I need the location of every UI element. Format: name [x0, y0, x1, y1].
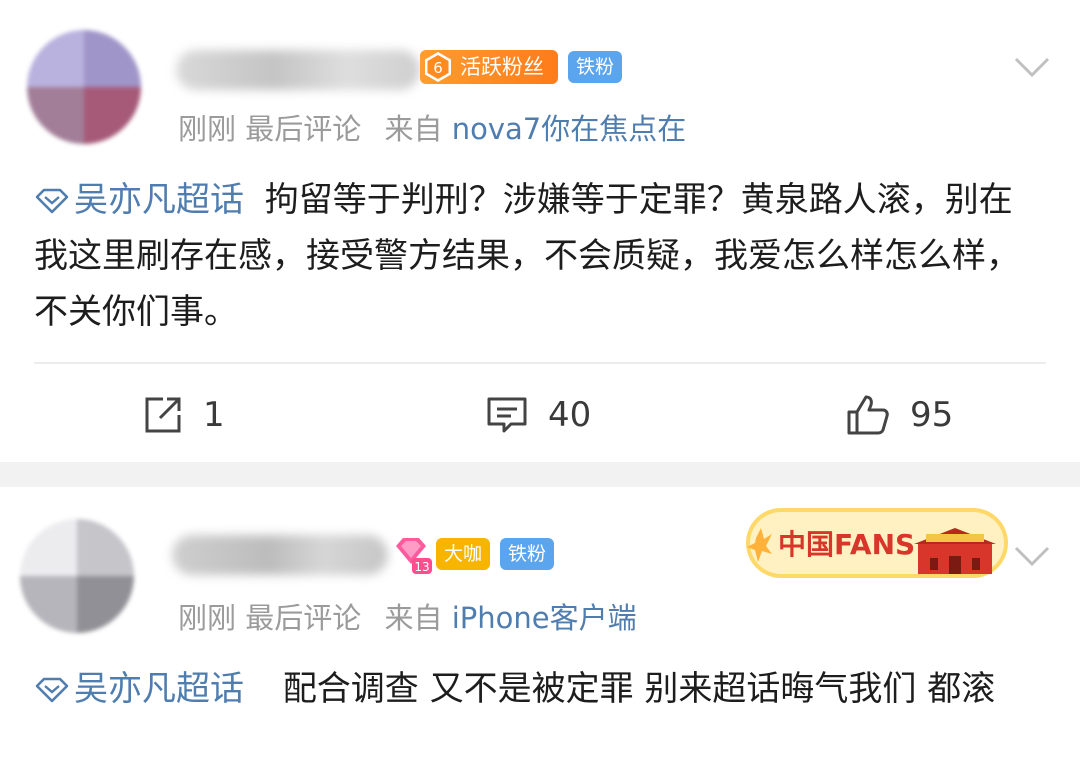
- username-blurred[interactable]: [176, 50, 420, 90]
- post-meta: 刚刚 最后评论 来自 nova7你在焦点在: [178, 106, 686, 148]
- svg-text:6: 6: [433, 59, 443, 77]
- like-icon: [847, 395, 889, 435]
- post-time: 刚刚: [178, 112, 237, 146]
- comment-button[interactable]: 40: [486, 390, 591, 440]
- chevron-down-icon[interactable]: [1014, 56, 1050, 78]
- share-count: 1: [203, 395, 225, 435]
- diamond-topic-icon: [35, 188, 69, 214]
- from-label: 来自: [384, 112, 443, 146]
- share-icon: [145, 397, 181, 433]
- vip-badge[interactable]: 大咖: [436, 538, 490, 570]
- share-button[interactable]: 1: [143, 390, 225, 440]
- post-content: 吴亦凡超话 配合调查 又不是被定罪 别来超话晦气我们 都滚: [34, 661, 1044, 717]
- super-topic-link[interactable]: 吴亦凡超话: [34, 669, 244, 709]
- diamond-level-icon[interactable]: 13: [390, 534, 432, 576]
- super-topic-link[interactable]: 吴亦凡超话: [34, 180, 244, 220]
- post-content: 吴亦凡超话 拘留等于判刑？涉嫌等于定罪？黄泉路人滚，别在我这里刷存在感，接受警方…: [34, 172, 1044, 340]
- client-source-link[interactable]: iPhone客户端: [452, 601, 637, 635]
- tier-badge[interactable]: 铁粉: [500, 538, 554, 570]
- client-source-link[interactable]: nova7你在焦点在: [452, 112, 687, 146]
- chevron-down-icon[interactable]: [1014, 545, 1050, 567]
- promo-label: 中国FANS: [778, 528, 915, 561]
- fans-badge-label: 活跃粉丝: [460, 55, 544, 79]
- from-label: 来自: [384, 601, 443, 635]
- post-text: 配合调查 又不是被定罪 别来超话晦气我们 都滚: [282, 669, 996, 709]
- like-button[interactable]: 95: [846, 390, 953, 440]
- comment-count: 40: [548, 395, 592, 435]
- weibo-comment-card: 6 活跃粉丝 铁粉 刚刚 最后评论 来自 nova7你在焦点在 吴亦凡超话 拘留…: [0, 0, 1080, 462]
- post-meta: 刚刚 最后评论 来自 iPhone客户端: [178, 595, 637, 637]
- china-fans-promo-badge[interactable]: 中国FANS: [742, 502, 1012, 582]
- fans-level-icon: 6: [425, 52, 451, 82]
- weibo-comment-card: 13 大咖 铁粉 中国FANS 刚刚 最后评论 来自 iPhone客户端 吴亦凡…: [0, 487, 1080, 777]
- svg-text:13: 13: [414, 560, 429, 574]
- tier-badge[interactable]: 铁粉: [568, 51, 622, 83]
- avatar[interactable]: [27, 30, 141, 144]
- username-blurred[interactable]: [172, 535, 388, 575]
- diamond-topic-icon: [35, 677, 69, 703]
- divider: [34, 362, 1046, 364]
- comment-icon: [487, 397, 527, 433]
- last-comment-label: 最后评论: [245, 112, 362, 146]
- post-time: 刚刚: [178, 601, 237, 635]
- avatar[interactable]: [20, 519, 134, 633]
- post-separator: [0, 462, 1080, 487]
- last-comment-label: 最后评论: [245, 601, 362, 635]
- active-fans-badge[interactable]: 6 活跃粉丝: [420, 50, 558, 84]
- like-count: 95: [910, 395, 954, 435]
- gate-illustration: [914, 528, 996, 574]
